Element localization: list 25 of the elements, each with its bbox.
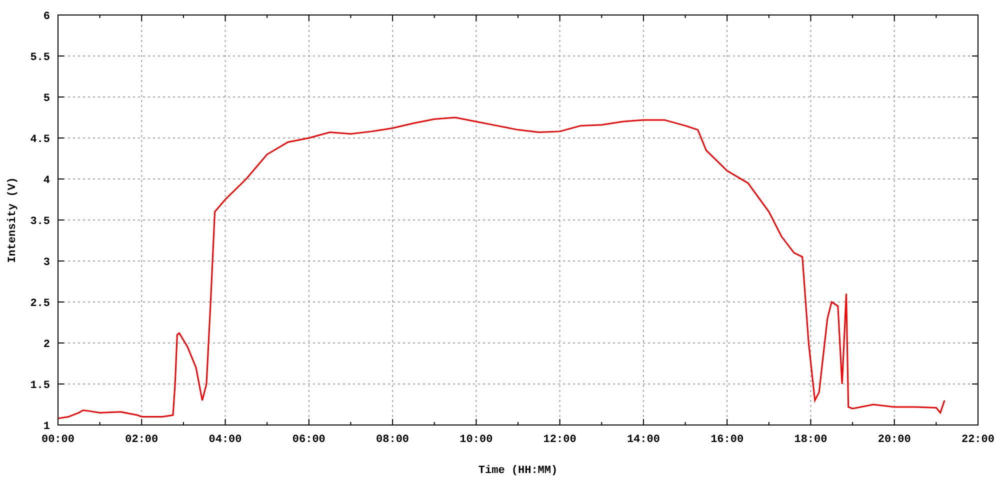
x-tick-label: 04:00 [208,434,242,446]
x-tick-label: 02:00 [125,434,158,446]
y-tick-label: 6 [43,11,50,23]
y-tick-label: 4.5 [30,134,50,146]
x-tick-label: 18:00 [794,434,828,446]
y-axis-title: Intensity (V) [7,177,19,263]
x-tick-label: 06:00 [292,434,326,446]
y-tick-label: 1.5 [30,380,50,392]
x-axis-title: Time (HH:MM) [478,465,558,477]
y-tick-label: 1 [43,421,50,433]
x-tick-label: 20:00 [878,434,911,446]
y-tick-label: 2 [43,339,50,351]
x-tick-label: 08:00 [376,434,410,446]
x-tick-label: 10:00 [460,434,493,446]
y-tick-label: 3 [43,257,50,269]
x-tick-label: 12:00 [543,434,576,446]
y-tick-label: 5 [43,93,50,105]
y-tick-label: 5.5 [30,52,50,64]
x-tick-label: 00:00 [42,434,74,446]
x-tick-label: 22:00 [962,434,994,446]
y-tick-label: 4 [43,175,50,187]
x-tick-label: 16:00 [710,434,744,446]
y-tick-label: 3.5 [30,216,50,228]
x-tick-label: 14:00 [626,434,660,446]
y-tick-label: 2.5 [30,298,50,310]
